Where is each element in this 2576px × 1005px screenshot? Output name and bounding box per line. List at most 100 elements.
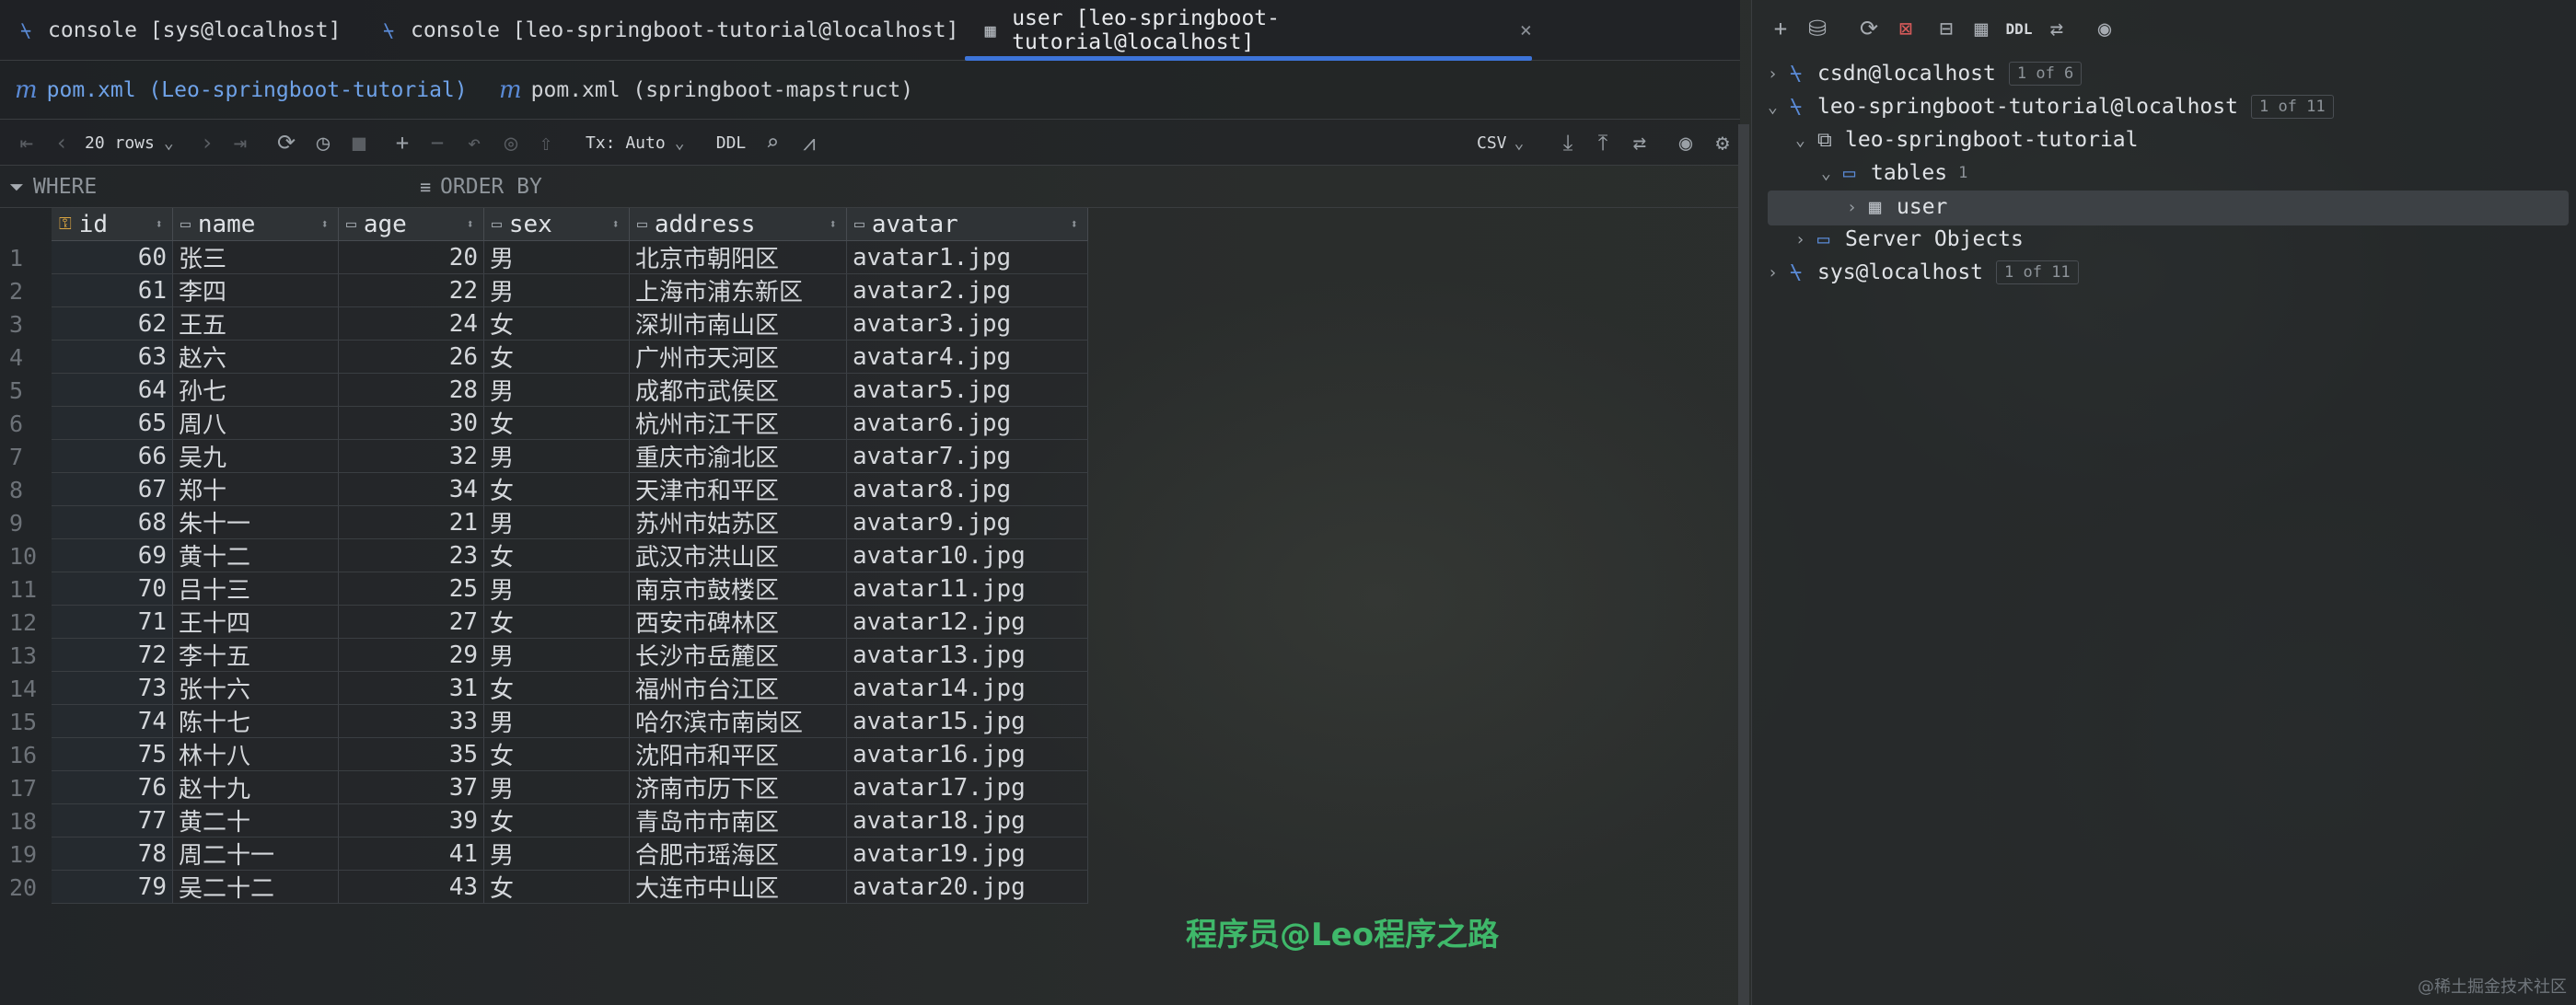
cell-avatar[interactable]: avatar12.jpg bbox=[847, 606, 1088, 639]
cell-name[interactable]: 周二十一 bbox=[173, 838, 339, 871]
cell-age[interactable]: 33 bbox=[339, 705, 484, 738]
cell-name[interactable]: 李四 bbox=[173, 274, 339, 307]
cell-sex[interactable]: 男 bbox=[484, 838, 630, 871]
cell-name[interactable]: 吕十三 bbox=[173, 572, 339, 606]
page-size-dropdown[interactable]: 20 rows ⌄ bbox=[85, 120, 186, 166]
cell-address[interactable]: 上海市浦东新区 bbox=[630, 274, 847, 307]
cell-avatar[interactable]: avatar20.jpg bbox=[847, 871, 1088, 904]
cell-name[interactable]: 黄十二 bbox=[173, 539, 339, 572]
cell-age[interactable]: 28 bbox=[339, 374, 484, 407]
row-number[interactable]: 2 bbox=[0, 274, 52, 307]
cell-id[interactable]: 71 bbox=[52, 606, 173, 639]
eye-icon[interactable]: ◉ bbox=[1670, 120, 1701, 166]
transaction-mode-dropdown[interactable]: Tx: Auto ⌄ bbox=[586, 120, 694, 166]
submit-icon[interactable]: ⇧ bbox=[530, 120, 562, 166]
chevron-right-icon[interactable]: › bbox=[1768, 64, 1790, 84]
console-icon[interactable]: ⊟ bbox=[1931, 11, 1962, 46]
cell-sex[interactable]: 女 bbox=[484, 307, 630, 341]
row-number[interactable]: 20 bbox=[0, 871, 52, 904]
cell-sex[interactable]: 男 bbox=[484, 506, 630, 539]
cell-age[interactable]: 32 bbox=[339, 440, 484, 473]
tab-console-leo[interactable]: ⍀ console [leo-springboot-tutorial@local… bbox=[363, 0, 965, 61]
row-number[interactable]: 3 bbox=[0, 307, 52, 341]
tree-item-leo-connection[interactable]: ⌄ ⍀ leo-springboot-tutorial@localhost 1 … bbox=[1768, 90, 2334, 123]
cell-name[interactable]: 王十四 bbox=[173, 606, 339, 639]
cell-age[interactable]: 20 bbox=[339, 241, 484, 274]
cell-age[interactable]: 24 bbox=[339, 307, 484, 341]
cell-address[interactable]: 深圳市南山区 bbox=[630, 307, 847, 341]
sort-arrows-icon[interactable]: ⬍ bbox=[321, 217, 329, 232]
cell-age[interactable]: 21 bbox=[339, 506, 484, 539]
cell-sex[interactable]: 女 bbox=[484, 672, 630, 705]
cell-age[interactable]: 29 bbox=[339, 639, 484, 672]
cell-name[interactable]: 赵十九 bbox=[173, 771, 339, 804]
cell-address[interactable]: 杭州市江干区 bbox=[630, 407, 847, 440]
row-number[interactable]: 4 bbox=[0, 341, 52, 374]
sort-arrows-icon[interactable]: ⬍ bbox=[156, 217, 163, 232]
disconnect-icon[interactable]: ⊠ bbox=[1890, 11, 1921, 46]
row-number[interactable]: 8 bbox=[0, 473, 52, 506]
schema-count-badge[interactable]: 1 of 6 bbox=[2008, 62, 2083, 86]
chevron-down-icon[interactable]: ⌄ bbox=[1821, 164, 1843, 183]
cell-age[interactable]: 22 bbox=[339, 274, 484, 307]
next-page-icon[interactable]: › bbox=[193, 120, 221, 166]
cell-name[interactable]: 张三 bbox=[173, 241, 339, 274]
cell-address[interactable]: 武汉市洪山区 bbox=[630, 539, 847, 572]
cell-id[interactable]: 76 bbox=[52, 771, 173, 804]
cell-id[interactable]: 70 bbox=[52, 572, 173, 606]
cell-avatar[interactable]: avatar11.jpg bbox=[847, 572, 1088, 606]
reload-icon[interactable]: ⟳ bbox=[271, 120, 302, 166]
cell-avatar[interactable]: avatar4.jpg bbox=[847, 341, 1088, 374]
row-number[interactable]: 13 bbox=[0, 639, 52, 672]
cell-id[interactable]: 60 bbox=[52, 241, 173, 274]
cell-avatar[interactable]: avatar14.jpg bbox=[847, 672, 1088, 705]
chevron-right-icon[interactable]: › bbox=[1768, 263, 1790, 283]
export-format-dropdown[interactable]: CSV ⌄ bbox=[1477, 120, 1545, 166]
cell-avatar[interactable]: avatar18.jpg bbox=[847, 804, 1088, 838]
upload-icon[interactable]: ⤒ bbox=[1587, 120, 1619, 166]
delete-row-icon[interactable]: − bbox=[422, 120, 453, 166]
cell-avatar[interactable]: avatar2.jpg bbox=[847, 274, 1088, 307]
schema-count-badge[interactable]: 1 of 11 bbox=[2250, 95, 2334, 119]
cell-age[interactable]: 31 bbox=[339, 672, 484, 705]
column-header-name[interactable]: ▭ name ⬍ bbox=[173, 208, 339, 241]
cell-age[interactable]: 34 bbox=[339, 473, 484, 506]
cell-id[interactable]: 68 bbox=[52, 506, 173, 539]
cell-address[interactable]: 南京市鼓楼区 bbox=[630, 572, 847, 606]
first-page-icon[interactable]: ⇤ bbox=[13, 120, 41, 166]
tree-item-user-table[interactable]: › ▦ user bbox=[1847, 191, 1947, 224]
cell-sex[interactable]: 女 bbox=[484, 871, 630, 904]
cell-age[interactable]: 27 bbox=[339, 606, 484, 639]
chevron-right-icon[interactable]: › bbox=[1795, 230, 1817, 249]
tree-item-schema[interactable]: ⌄ ⧉ leo-springboot-tutorial bbox=[1795, 123, 2139, 156]
row-number[interactable]: 15 bbox=[0, 705, 52, 738]
cell-sex[interactable]: 男 bbox=[484, 274, 630, 307]
cell-avatar[interactable]: avatar5.jpg bbox=[847, 374, 1088, 407]
ddl-button[interactable]: DDL bbox=[2001, 11, 2037, 46]
stop-icon[interactable]: ■ bbox=[344, 120, 374, 166]
cell-avatar[interactable]: avatar7.jpg bbox=[847, 440, 1088, 473]
row-number[interactable]: 16 bbox=[0, 738, 52, 771]
chart-icon[interactable]: ⩘ bbox=[794, 120, 825, 166]
cell-sex[interactable]: 女 bbox=[484, 341, 630, 374]
column-header-avatar[interactable]: ▭ avatar ⬍ bbox=[847, 208, 1088, 241]
cell-age[interactable]: 26 bbox=[339, 341, 484, 374]
cell-sex[interactable]: 男 bbox=[484, 572, 630, 606]
cell-name[interactable]: 周八 bbox=[173, 407, 339, 440]
search-icon[interactable]: ⌕ bbox=[757, 120, 788, 166]
cell-sex[interactable]: 女 bbox=[484, 738, 630, 771]
cell-address[interactable]: 苏州市姑苏区 bbox=[630, 506, 847, 539]
cell-id[interactable]: 73 bbox=[52, 672, 173, 705]
column-header-age[interactable]: ▭ age ⬍ bbox=[339, 208, 484, 241]
row-number[interactable]: 18 bbox=[0, 804, 52, 838]
cell-age[interactable]: 25 bbox=[339, 572, 484, 606]
cell-age[interactable]: 39 bbox=[339, 804, 484, 838]
column-header-address[interactable]: ▭ address ⬍ bbox=[630, 208, 847, 241]
datasource-icon[interactable]: ⛁ bbox=[1802, 11, 1833, 46]
cell-avatar[interactable]: avatar8.jpg bbox=[847, 473, 1088, 506]
add-row-icon[interactable]: + bbox=[387, 120, 418, 166]
cell-id[interactable]: 72 bbox=[52, 639, 173, 672]
column-header-id[interactable]: ⚿ id ⬍ bbox=[52, 208, 173, 241]
row-number[interactable]: 11 bbox=[0, 572, 52, 606]
jump-icon[interactable]: ⇄ bbox=[2041, 11, 2072, 46]
